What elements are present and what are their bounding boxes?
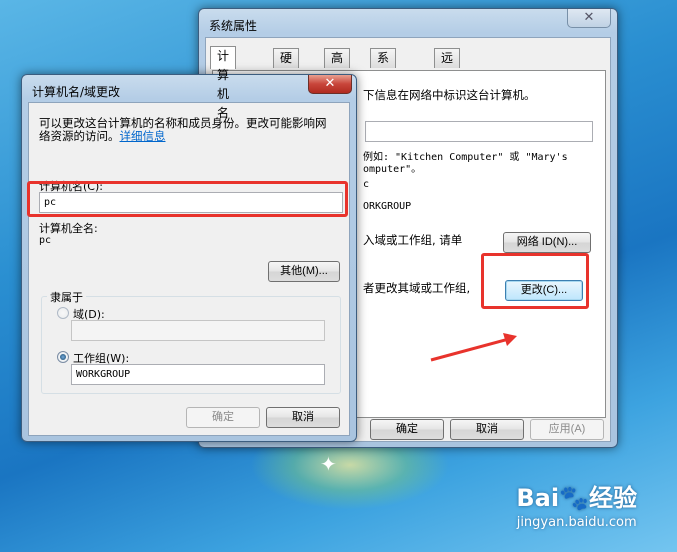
tab-hardware[interactable]: 硬件 xyxy=(273,48,300,84)
tab-remote[interactable]: 远程 xyxy=(434,48,461,84)
full-computer-name-value: c xyxy=(363,179,370,190)
close-button[interactable]: ✕ xyxy=(567,9,611,28)
cancel-button[interactable]: 取消 xyxy=(450,419,524,440)
computer-name-dialog: 计算机名/域更改 ✕ 可以更改这台计算机的名称和成员身份。更改可能影响网 络资源… xyxy=(21,74,357,442)
workgroup-radio[interactable] xyxy=(57,351,69,363)
tab-advanced[interactable]: 高级 xyxy=(324,48,351,84)
other-button[interactable]: 其他(M)... xyxy=(268,261,340,282)
description-line-2: 络资源的访问。详细信息 xyxy=(39,128,166,144)
watermark-url: jingyan.baidu.com xyxy=(516,515,637,530)
join-domain-text: 入域或工作组, 请单 xyxy=(363,233,463,247)
ok-button[interactable]: 确定 xyxy=(186,407,260,428)
desktop-sparkle: ✦ xyxy=(320,452,337,476)
cancel-button[interactable]: 取消 xyxy=(266,407,340,428)
domain-radio[interactable] xyxy=(57,307,69,319)
full-name-label: 计算机全名: xyxy=(39,222,98,235)
description-text: 下信息在网络中标识这台计算机。 xyxy=(363,88,536,102)
domain-input[interactable] xyxy=(71,320,325,341)
full-name-value: pc xyxy=(39,235,52,246)
workgroup-value: ORKGROUP xyxy=(363,201,412,212)
window-title: 系统属性 xyxy=(209,19,258,33)
tab-computer-name[interactable]: 计算机名 xyxy=(210,46,237,120)
baidu-watermark: Bai🐾经验 jingyan.baidu.com xyxy=(516,478,637,530)
dialog-title: 计算机名/域更改 xyxy=(32,85,121,99)
description-text: 络资源的访问。 xyxy=(39,129,120,143)
apply-button[interactable]: 应用(A) xyxy=(530,419,604,440)
workgroup-input[interactable]: WORKGROUP xyxy=(71,364,325,385)
computer-description-input[interactable] xyxy=(365,121,593,142)
ok-button[interactable]: 确定 xyxy=(370,419,444,440)
baidu-logo: Bai🐾经验 xyxy=(516,484,637,512)
member-of-label: 隶属于 xyxy=(47,289,86,305)
close-button[interactable]: ✕ xyxy=(308,75,352,94)
change-text: 者更改其域或工作组, xyxy=(363,281,471,295)
pointer-arrow-icon xyxy=(430,333,517,362)
computer-name-highlight xyxy=(27,181,348,217)
details-link[interactable]: 详细信息 xyxy=(120,129,166,143)
example-text-2: omputer"。 xyxy=(363,164,422,175)
tab-system-protection[interactable]: 系统保护 xyxy=(370,48,397,122)
network-id-button[interactable]: 网络 ID(N)... xyxy=(503,232,591,253)
change-button-highlight xyxy=(481,253,589,309)
dialog-body: 可以更改这台计算机的名称和成员身份。更改可能影响网 络资源的访问。详细信息 计算… xyxy=(28,102,350,436)
